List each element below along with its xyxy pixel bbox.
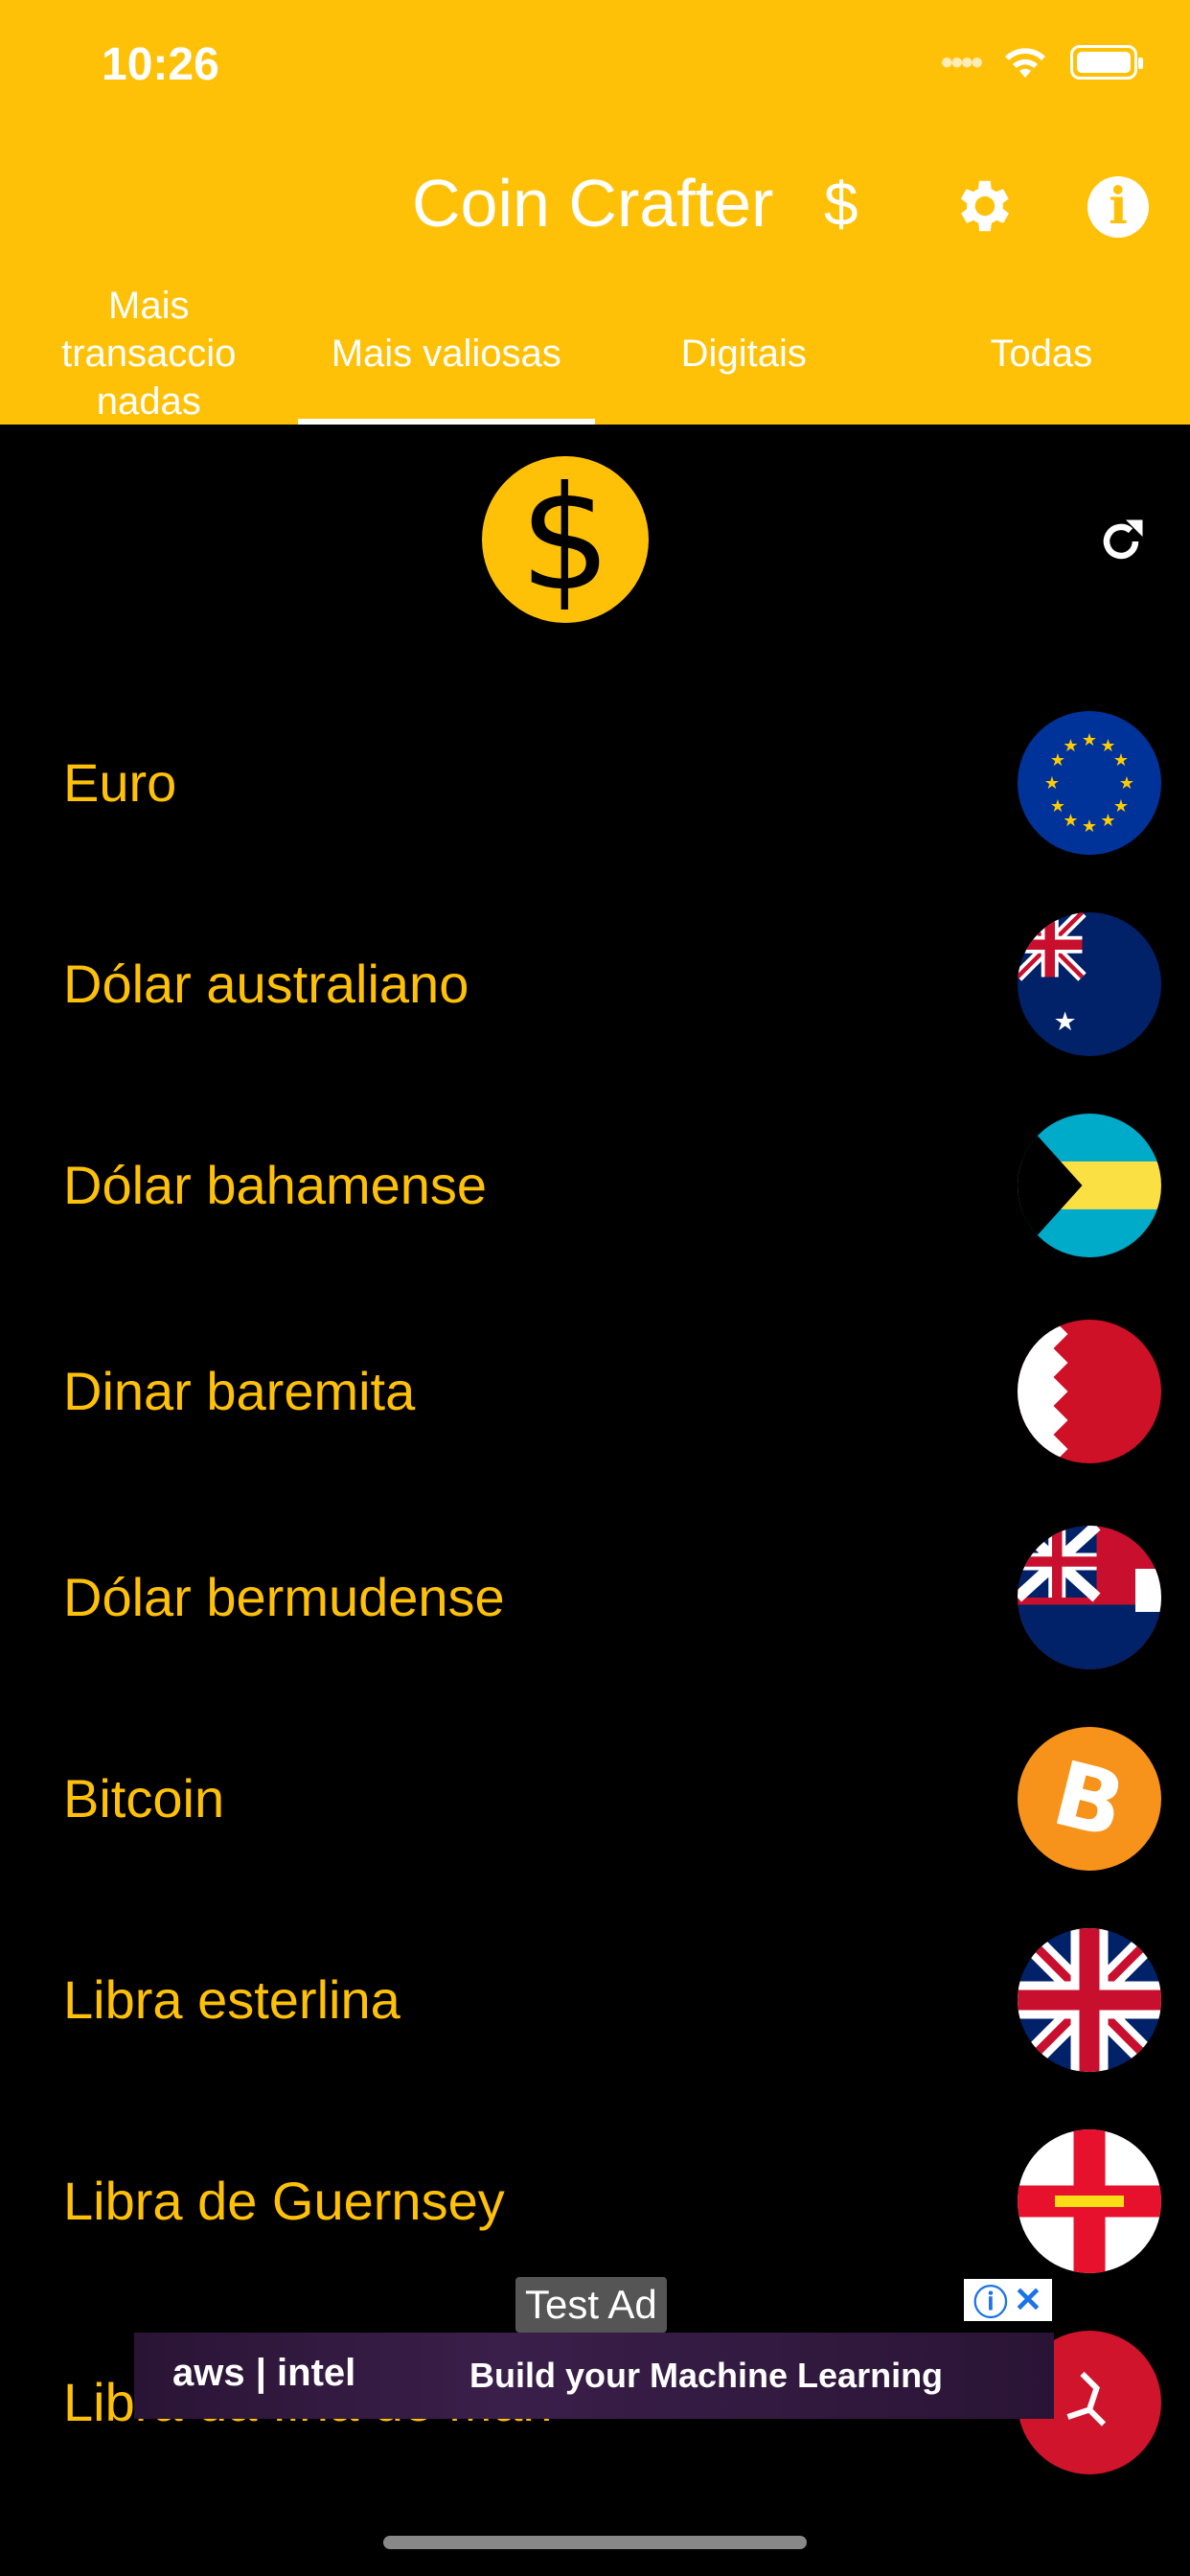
list-item[interactable]: Libra de Guernsey: [0, 2129, 1190, 2273]
info-icon[interactable]: ⓘ: [973, 2275, 1008, 2325]
signal-icon: ●●●●: [940, 49, 984, 75]
tab-bar: Mais transaccio nadas Mais valiosas Digi…: [0, 283, 1190, 425]
app-header: 10:26 ●●●● Coin Crafter $ i Mais transac…: [0, 0, 1190, 425]
currency-name: Dinar baremita: [63, 1361, 416, 1421]
gear-icon[interactable]: [949, 172, 1016, 240]
tab-most-valuable[interactable]: Mais valiosas: [297, 283, 596, 425]
svg-text:★: ★: [1050, 796, 1065, 816]
currency-name: Bitcoin: [63, 1768, 225, 1828]
app-title: Coin Crafter: [412, 166, 774, 241]
ad-brand: aws | intel: [172, 2352, 356, 2394]
tab-digital[interactable]: Digitais: [595, 283, 893, 425]
bahrain-flag-icon: [1018, 1320, 1161, 1463]
info-icon[interactable]: i: [1087, 176, 1149, 238]
list-item[interactable]: Dinar baremita: [0, 1320, 1190, 1463]
currency-button[interactable]: $: [824, 169, 858, 240]
refresh-icon[interactable]: [1092, 513, 1150, 570]
bermuda-flag-icon: [1018, 1526, 1161, 1669]
currency-name: Euro: [63, 752, 177, 813]
list-item[interactable]: Libra esterlina: [0, 1928, 1190, 2072]
status-time: 10:26: [102, 39, 219, 90]
svg-text:★: ★: [1063, 736, 1078, 755]
svg-text:★: ★: [1082, 816, 1097, 836]
list-item[interactable]: Dólar australiano ★: [0, 912, 1190, 1056]
tab-all[interactable]: Todas: [893, 283, 1190, 425]
svg-text:★: ★: [1082, 730, 1097, 749]
guernsey-flag-icon: [1018, 2129, 1161, 2273]
ad-banner[interactable]: aws | intel Build your Machine Learning: [134, 2333, 1054, 2419]
bahamas-flag-icon: [1018, 1114, 1161, 1257]
currency-name: Libra esterlina: [63, 1969, 400, 2030]
ad-choices[interactable]: ⓘ ✕: [964, 2279, 1052, 2322]
battery-icon: [1070, 45, 1143, 80]
home-indicator: [383, 2536, 807, 2549]
status-icons: ●●●●: [940, 43, 1143, 81]
list-item[interactable]: Dólar bahamense: [0, 1114, 1190, 1257]
coin-logo: $: [482, 456, 649, 623]
currency-name: Libra de Guernsey: [63, 2171, 505, 2231]
australia-flag-icon: ★: [1018, 912, 1161, 1056]
svg-text:★: ★: [1100, 811, 1115, 830]
close-icon[interactable]: ✕: [1014, 2280, 1042, 2320]
ad-text: Build your Machine Learning: [469, 2356, 944, 2395]
currency-name: Dólar bermudense: [63, 1567, 505, 1627]
svg-text:★: ★: [1054, 1007, 1077, 1036]
bitcoin-icon: B: [1018, 1727, 1161, 1871]
currency-name: Dólar bahamense: [63, 1155, 488, 1215]
currency-name: Dólar australiano: [63, 954, 469, 1014]
svg-text:★: ★: [1119, 773, 1134, 793]
tab-most-traded[interactable]: Mais transaccio nadas: [0, 283, 298, 425]
test-ad-badge: Test Ad: [515, 2277, 667, 2333]
wifi-icon: [1005, 48, 1045, 78]
svg-text:★: ★: [1044, 773, 1060, 793]
svg-text:★: ★: [1113, 750, 1129, 770]
list-item[interactable]: Dólar bermudense: [0, 1526, 1190, 1669]
uk-flag-icon: [1018, 1928, 1161, 2072]
list-item[interactable]: Euro ★ ★ ★ ★ ★ ★ ★ ★ ★ ★ ★ ★: [0, 711, 1190, 855]
eu-flag-icon: ★ ★★ ★★★ ★★★ ★★★: [1018, 711, 1161, 855]
list-item[interactable]: Bitcoin B: [0, 1727, 1190, 1871]
